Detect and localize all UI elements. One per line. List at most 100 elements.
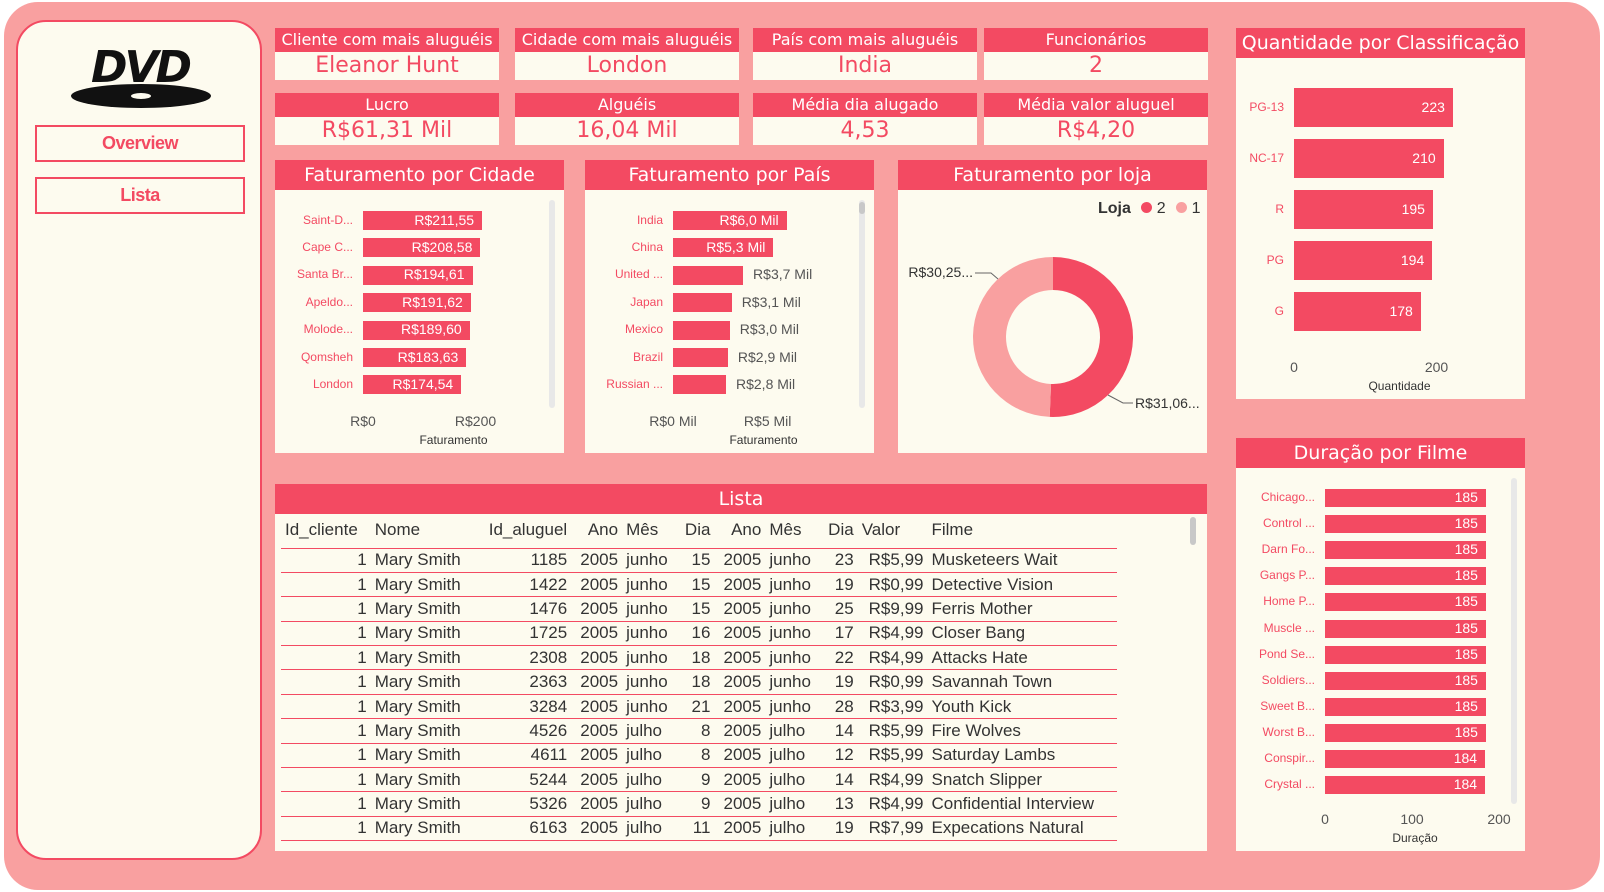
table-cell: junho — [765, 645, 821, 671]
table-cell: 1725 — [475, 621, 572, 647]
table-row[interactable]: 1 Mary Smith 3284 2005 junho 21 2005 junho 28 R$3… — [281, 694, 1117, 720]
table-scrollbar-thumb[interactable] — [1190, 517, 1196, 545]
data-label: 185 — [1454, 515, 1478, 532]
table-cell: 2005 — [714, 596, 766, 622]
table-wrapper: Id_cliente Nome Id_aluguel Ano Mês Dia Ano Mês D… — [281, 514, 1121, 842]
lista-button[interactable]: Lista — [35, 177, 245, 214]
table-cell: julho — [765, 718, 821, 744]
chart-count-by-rating: Quantidade por Classificação PG-13 223 NC-… — [1236, 28, 1525, 399]
table-cell: 1 — [281, 816, 371, 842]
table-cell: 2005 — [571, 596, 623, 622]
bar[interactable] — [673, 293, 732, 313]
table-row[interactable]: 1 Mary Smith 1725 2005 junho 16 2005 junho 17 R$4… — [281, 621, 1117, 647]
category-label: Soldiers... — [1261, 672, 1315, 687]
kpi-card-top-customer: Cliente com mais aluguéis Eleanor Hunt — [275, 28, 499, 80]
data-label: 185 — [1454, 697, 1478, 714]
table-row[interactable]: 1 Mary Smith 5326 2005 julho 9 2005 julho 13 R$4,… — [281, 791, 1117, 817]
data-label: R$183,63 — [397, 348, 459, 365]
column-header[interactable]: Ano — [571, 514, 622, 546]
table-cell: Closer Bang — [927, 621, 1117, 647]
column-header[interactable]: Filme — [927, 514, 1117, 546]
table-row[interactable]: 1 Mary Smith 1185 2005 junho 15 2005 junho 23 R$5… — [281, 548, 1117, 573]
table-row[interactable]: 1 Mary Smith 1422 2005 junho 15 2005 junho 19 R$0… — [281, 572, 1117, 598]
column-header[interactable]: Id_cliente — [281, 514, 371, 546]
table-cell: Mary Smith — [370, 645, 476, 671]
bar[interactable] — [673, 348, 728, 367]
table-cell: Savannah Town — [927, 669, 1117, 695]
data-label: R$5,3 Mil — [706, 238, 766, 255]
category-label: Brazil — [632, 349, 663, 364]
table-panel: Lista Id_cliente Nome Id_aluguel Ano Mês Dia A… — [275, 484, 1207, 851]
bar[interactable] — [673, 375, 726, 395]
table-cell: 15 — [677, 548, 715, 573]
scrollbar-thumb[interactable] — [859, 202, 865, 214]
column-header[interactable]: Dia — [820, 514, 857, 546]
donut-slice-2[interactable] — [1049, 257, 1134, 418]
data-label: 223 — [1421, 98, 1445, 115]
table-cell: 1 — [281, 743, 371, 769]
table-row[interactable]: 1 Mary Smith 1476 2005 junho 15 2005 junho 25 R$9… — [281, 596, 1117, 622]
table-cell: 3284 — [475, 694, 572, 720]
column-header[interactable]: Dia — [677, 514, 714, 546]
table-row[interactable]: 1 Mary Smith 5244 2005 julho 9 2005 julho 14 R$4,… — [281, 767, 1117, 793]
column-header[interactable]: Valor — [858, 514, 928, 546]
chart-revenue-by-city: Faturamento por Cidade Saint-D... R$211,5… — [275, 160, 564, 453]
bar[interactable] — [673, 320, 730, 340]
data-label: 195 — [1401, 200, 1425, 217]
category-label: Gangs P... — [1259, 568, 1315, 583]
column-header[interactable]: Nome — [371, 514, 475, 546]
table-cell: junho — [622, 645, 678, 671]
table-row[interactable]: 1 Mary Smith 2363 2005 junho 18 2005 junho 19 R$0… — [281, 669, 1117, 695]
table-cell: R$3,99 — [857, 694, 928, 720]
table-cell: 2005 — [571, 621, 623, 647]
donut-slice-1[interactable] — [973, 257, 1053, 417]
table-cell: 8 — [677, 743, 715, 769]
table-row[interactable]: 1 Mary Smith 4611 2005 julho 8 2005 julho 12 R$5,… — [281, 743, 1117, 769]
table-cell: 2363 — [475, 669, 572, 695]
table-cell: julho — [622, 791, 678, 817]
data-label: R$191,62 — [402, 293, 463, 310]
data-label: 194 — [1400, 251, 1425, 268]
table-cell: 23 — [820, 548, 858, 573]
table-row[interactable]: 1 Mary Smith 2308 2005 junho 18 2005 junho 22 R$4… — [281, 645, 1117, 671]
scrollbar[interactable] — [1511, 478, 1517, 804]
table-cell: junho — [622, 596, 678, 622]
overview-button[interactable]: Overview — [35, 125, 245, 162]
table-cell: 2005 — [714, 645, 766, 671]
column-header[interactable]: Ano — [714, 514, 765, 546]
data-label: 185 — [1454, 567, 1478, 584]
scrollbar[interactable] — [859, 200, 865, 408]
column-header[interactable]: Id_aluguel — [475, 514, 571, 546]
table-cell: Fire Wolves — [927, 718, 1117, 744]
scrollbar[interactable] — [549, 200, 555, 408]
chart-revenue-by-country: Faturamento por País India R$6,0 Mil China… — [585, 160, 874, 453]
donut-data-label: R$31,06... — [1135, 395, 1200, 411]
table-cell: 16 — [677, 621, 715, 647]
table-cell: julho — [622, 816, 678, 842]
x-tick-label: R$0 — [350, 413, 376, 429]
table-cell: 1 — [281, 718, 371, 744]
table-cell: 2005 — [714, 572, 766, 598]
column-header[interactable]: Mês — [622, 514, 677, 546]
column-header[interactable]: Mês — [765, 514, 820, 546]
table-cell: junho — [765, 596, 821, 622]
table-cell: 1 — [281, 572, 371, 598]
table-cell: Confidential Interview — [927, 791, 1117, 817]
table-row[interactable]: 1 Mary Smith 4526 2005 julho 8 2005 julho 14 R$5,… — [281, 718, 1117, 744]
data-label: 185 — [1454, 489, 1478, 505]
table-cell: junho — [622, 621, 678, 647]
leader-line — [975, 272, 999, 280]
table-cell: 18 — [677, 669, 715, 695]
table-row[interactable]: 1 Mary Smith 6163 2005 julho 11 2005 julho 19 R$7… — [281, 816, 1117, 842]
table-cell: Mary Smith — [370, 791, 476, 817]
table-cell: 2005 — [714, 718, 766, 744]
table-cell: 2005 — [571, 791, 623, 817]
bar[interactable] — [673, 265, 744, 285]
x-tick-label: 0 — [1321, 811, 1329, 827]
data-label: R$3,7 Mil — [753, 266, 813, 283]
kpi-card-top-city: Cidade com mais aluguéis London — [515, 28, 739, 80]
category-label: Sweet B... — [1260, 698, 1315, 713]
table-cell: 2005 — [571, 718, 623, 744]
table-cell: 2005 — [714, 791, 766, 817]
category-label: Mexico — [624, 322, 663, 337]
